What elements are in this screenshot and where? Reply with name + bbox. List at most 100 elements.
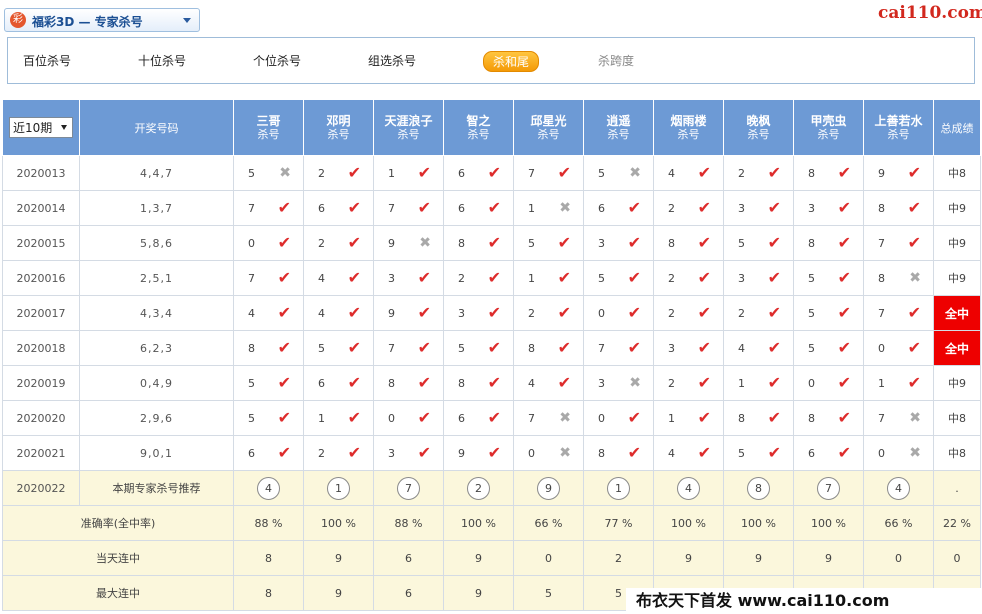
stat-value: 66 % [513, 505, 584, 541]
kill-number: 3 [738, 201, 745, 215]
tab-units-kill[interactable]: 个位杀号 [253, 52, 301, 69]
check-mark-icon: ✔ [347, 268, 361, 287]
kill-number: 5 [808, 306, 815, 320]
stat-total: 0 [933, 540, 981, 576]
expert-header[interactable]: 甲壳虫 杀号 [793, 99, 864, 156]
draw-number-cell: 0,4,9 [79, 365, 234, 401]
kill-cell-content: 0 ✔ [375, 410, 443, 426]
kill-cell: 3 ✔ [583, 225, 654, 261]
kill-cell-content: 5 ✔ [585, 270, 653, 286]
expert-name: 天涯浪子 [384, 113, 433, 128]
check-mark-icon: ✔ [837, 408, 851, 427]
check-mark-icon: ✔ [347, 408, 361, 427]
kill-cell: 8 ✔ [723, 400, 794, 436]
expert-header[interactable]: 上善若水 杀号 [863, 99, 934, 156]
draw-number-cell: 4,4,7 [79, 155, 234, 191]
check-mark-icon: ✔ [837, 233, 851, 252]
check-mark-icon: ✔ [277, 303, 291, 322]
kill-number: 5 [248, 376, 255, 390]
expert-header[interactable]: 逍遥 杀号 [583, 99, 654, 156]
site-logo[interactable]: cai110.com [878, 3, 982, 23]
tab-span-kill[interactable]: 杀跨度 [598, 52, 634, 69]
kill-cell: 8 ✖ [863, 260, 934, 296]
check-mark-icon: ✔ [627, 408, 641, 427]
lottery-selector[interactable]: 彩 福彩3D — 专家杀号 [4, 8, 200, 32]
check-mark-icon: ✔ [697, 163, 711, 182]
period-select-value: 近10期 [13, 121, 53, 135]
kill-number: 7 [248, 271, 255, 285]
kill-cell: 6 ✔ [443, 155, 514, 191]
check-mark-icon: ✔ [277, 373, 291, 392]
kill-cell: 3 ✔ [653, 330, 724, 366]
kill-cell: 6 ✔ [303, 365, 374, 401]
kill-cell: 6 ✔ [793, 435, 864, 471]
all-hit-badge: 全中 [933, 330, 981, 366]
expert-header[interactable]: 晚枫 杀号 [723, 99, 794, 156]
stat-value: 9 [723, 540, 794, 576]
kill-cell: 4 ✔ [233, 295, 304, 331]
cross-mark-icon: ✖ [629, 375, 641, 391]
kill-cell-content: 8 ✔ [795, 233, 863, 252]
check-mark-icon: ✔ [347, 163, 361, 182]
stat-value: 9 [303, 540, 374, 576]
kill-number: 4 [318, 306, 325, 320]
kill-cell-content: 9 ✔ [375, 305, 443, 321]
kill-cell: 8 ✔ [793, 225, 864, 261]
all-hit-badge: 全中 [933, 295, 981, 331]
expert-header[interactable]: 邱星光 杀号 [513, 99, 584, 156]
stat-value: 9 [793, 540, 864, 576]
lottery-icon: 彩 [10, 12, 26, 28]
stat-value: 9 [443, 575, 514, 611]
kill-cell-content: 9 ✖ [375, 235, 443, 251]
tab-group-kill[interactable]: 组选杀号 [368, 52, 416, 69]
expert-header[interactable]: 烟雨楼 杀号 [653, 99, 724, 156]
kill-cell: 1 ✖ [513, 190, 584, 226]
kill-cell-content: 2 ✔ [725, 165, 793, 181]
expert-name: 邱星光 [530, 113, 567, 128]
expert-header[interactable]: 天涯浪子 杀号 [373, 99, 444, 156]
lottery-selector-label: 福彩3D — 专家杀号 [32, 15, 143, 29]
kill-number: 0 [878, 446, 885, 460]
kill-cell: 8 ✔ [443, 225, 514, 261]
expert-header[interactable]: 智之 杀号 [443, 99, 514, 156]
kill-cell: 5 ✔ [793, 260, 864, 296]
kill-cell: 2 ✔ [723, 155, 794, 191]
chevron-down-icon[interactable] [183, 18, 191, 23]
table-row: 2020013 4,4,7 5 ✖ 2 ✔ 1 ✔ 6 ✔ 7 ✔ 5 ✖ 4 ✔ 2 ✔ 8 ✔ 9 ✔ 中8 [2, 155, 981, 191]
expert-sub-label: 杀号 [607, 127, 630, 141]
period-select[interactable]: 近10期 [9, 117, 73, 138]
tab-tens-kill[interactable]: 十位杀号 [138, 52, 186, 69]
expert-header[interactable]: 三哥 杀号 [233, 99, 304, 156]
tab-hundreds-kill[interactable]: 百位杀号 [23, 52, 71, 69]
kill-cell: 2 ✔ [303, 225, 374, 261]
kill-number: 6 [598, 201, 605, 215]
check-mark-icon: ✔ [557, 233, 571, 252]
tab-bar: 百位杀号 十位杀号 个位杀号 组选杀号 杀和尾 杀跨度 [7, 37, 975, 84]
kill-number: 1 [668, 411, 675, 425]
check-mark-icon: ✔ [627, 198, 641, 217]
check-mark-icon: ✔ [277, 233, 291, 252]
issue-cell: 2020019 [2, 365, 80, 401]
kill-cell: 3 ✔ [373, 260, 444, 296]
kill-cell-content: 9 ✔ [865, 165, 933, 181]
kill-cell-content: 8 ✔ [235, 340, 303, 356]
kill-cell-content: 8 ✔ [865, 200, 933, 216]
check-mark-icon: ✔ [697, 338, 711, 357]
kill-number: 3 [668, 341, 675, 355]
stat-value: 9 [443, 540, 514, 576]
kill-cell-content: 3 ✔ [375, 270, 443, 286]
tab-sum-tail-kill[interactable]: 杀和尾 [483, 51, 540, 72]
check-mark-icon: ✔ [627, 338, 641, 357]
kill-cell-content: 0 ✖ [865, 445, 933, 461]
recommended-kill-cell: 2 [443, 470, 514, 506]
table-row: 2020021 9,0,1 6 ✔ 2 ✔ 3 ✔ 9 ✔ 0 ✖ 8 ✔ 4 ✔ 5 ✔ 6 ✔ 0 ✖ 中8 [2, 435, 981, 471]
expert-sub-label: 杀号 [887, 127, 910, 141]
table-row: 2020017 4,3,4 4 ✔ 4 ✔ 9 ✔ 3 ✔ 2 ✔ 0 ✔ 2 ✔ 2 ✔ 5 ✔ 7 ✔ 全中 [2, 295, 981, 331]
kill-cell: 3 ✔ [723, 260, 794, 296]
expert-header[interactable]: 邓明 杀号 [303, 99, 374, 156]
issue-cell: 2020016 [2, 260, 80, 296]
kill-cell: 8 ✔ [863, 190, 934, 226]
kill-cell: 5 ✔ [723, 225, 794, 261]
expert-name: 上善若水 [874, 113, 923, 128]
kill-cell: 8 ✔ [443, 365, 514, 401]
